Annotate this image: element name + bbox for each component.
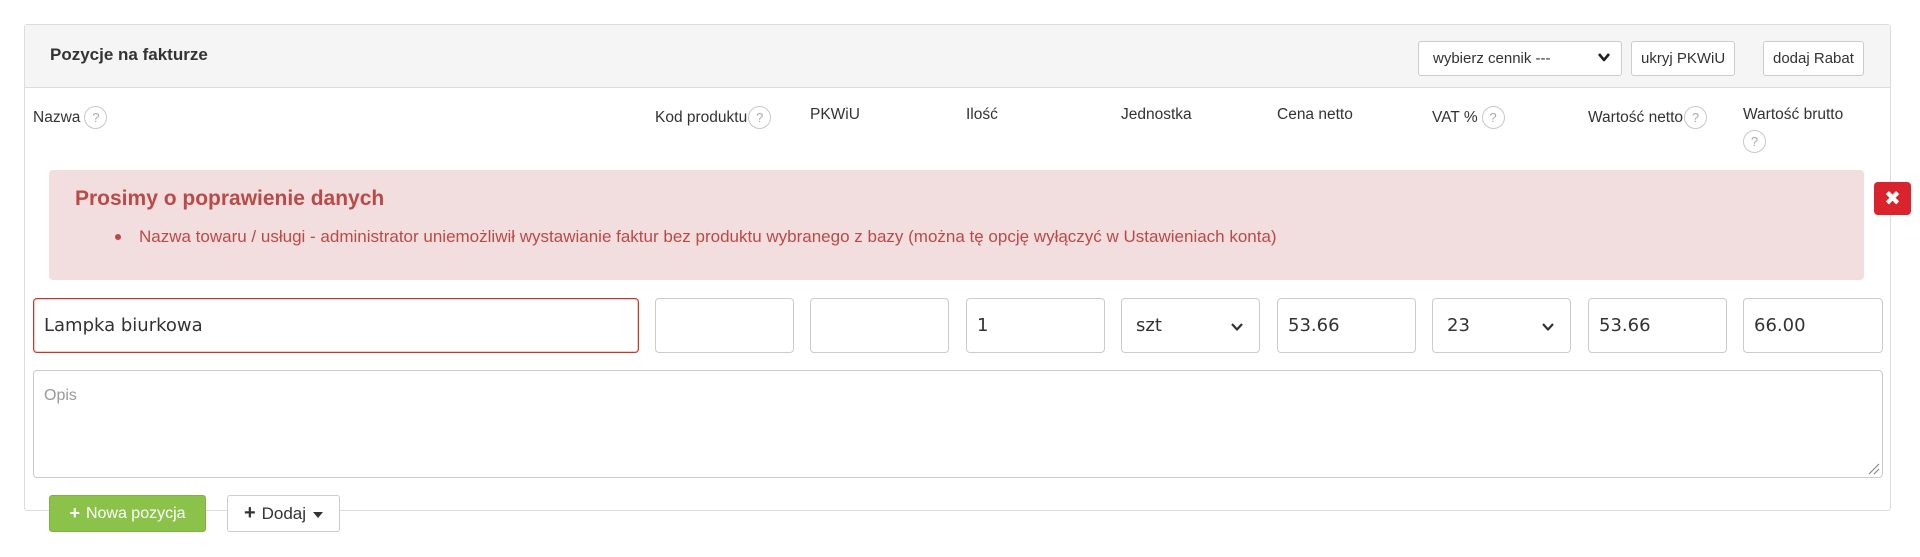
column-header-gross-value: Wartość brutto ? — [1743, 106, 1843, 153]
plus-icon: + — [69, 503, 80, 523]
column-header-label: Wartość brutto — [1743, 106, 1844, 123]
column-header-net-value: Wartość netto ? — [1588, 106, 1708, 129]
help-icon[interactable]: ? — [84, 106, 108, 129]
panel-title: Pozycje na fakturze — [50, 45, 208, 64]
help-icon[interactable]: ? — [748, 106, 772, 129]
help-icon[interactable]: ? — [1481, 106, 1505, 129]
column-header-unit: Jednostka — [1121, 106, 1192, 123]
column-header-name: Nazwa ? — [33, 106, 108, 129]
chevron-down-icon — [1542, 323, 1554, 331]
column-header-vat: VAT % ? — [1432, 106, 1505, 129]
gross-value-input[interactable]: 66.00 — [1743, 298, 1883, 353]
column-header-label: Wartość netto — [1588, 108, 1684, 126]
vat-select-value: 23 — [1447, 315, 1470, 336]
product-code-input[interactable] — [655, 298, 794, 353]
close-icon: ✖ — [1884, 188, 1901, 210]
column-header-product-code: Kod produktu ? — [655, 106, 772, 129]
resize-handle-icon[interactable] — [1866, 461, 1880, 475]
hide-pkwiu-button[interactable]: ukryj PKWiU — [1631, 41, 1736, 76]
help-icon[interactable]: ? — [1743, 130, 1766, 153]
chevron-down-icon — [1231, 323, 1243, 331]
alert-message-text: Nazwa towaru / usługi - administrator un… — [139, 227, 1277, 246]
alert-message-list: Nazwa towaru / usługi - administrator un… — [75, 227, 1277, 247]
new-item-button[interactable]: + Nowa pozycja — [49, 495, 206, 532]
column-header-label: Kod produktu — [655, 108, 748, 126]
price-list-select[interactable]: wybierz cennik --- — [1418, 41, 1622, 76]
bullet-icon — [115, 234, 121, 240]
remove-row-button[interactable]: ✖ — [1874, 182, 1911, 215]
column-header-label: VAT % — [1432, 108, 1478, 126]
unit-select-value: szt — [1136, 315, 1162, 336]
net-price-input[interactable]: 53.66 — [1277, 298, 1416, 353]
alert-message: Nazwa towaru / usługi - administrator un… — [75, 227, 1277, 247]
caret-down-icon — [313, 512, 324, 518]
unit-select[interactable]: szt — [1121, 298, 1260, 353]
price-list-select-value: wybierz cennik --- — [1433, 50, 1551, 67]
add-discount-button[interactable]: dodaj Rabat — [1763, 41, 1864, 76]
description-placeholder: Opis — [44, 387, 77, 404]
description-textarea[interactable]: Opis — [33, 370, 1883, 478]
chevron-down-icon — [1598, 53, 1610, 62]
add-dropdown-button[interactable]: + Dodaj — [227, 495, 340, 532]
new-item-label: Nowa pozycja — [85, 504, 186, 522]
add-label: Dodaj — [261, 503, 307, 523]
validation-alert: Prosimy o poprawienie danych Nazwa towar… — [49, 170, 1864, 280]
net-value-input[interactable]: 53.66 — [1588, 298, 1727, 353]
alert-title: Prosimy o poprawienie danych — [75, 187, 385, 210]
column-header-quantity: Ilość — [966, 106, 998, 123]
column-header-label: Nazwa — [33, 108, 81, 126]
quantity-input[interactable]: 1 — [966, 298, 1105, 353]
pkwiu-input[interactable] — [810, 298, 949, 353]
column-header-pkwiu: PKWiU — [810, 106, 860, 123]
product-name-input[interactable]: Lampka biurkowa — [33, 298, 639, 353]
vat-select[interactable]: 23 — [1432, 298, 1571, 353]
help-icon[interactable]: ? — [1684, 106, 1708, 129]
column-header-net-price: Cena netto — [1277, 106, 1353, 123]
plus-icon: + — [243, 502, 256, 524]
panel-header: Pozycje na fakturze wybierz cennik --- u… — [25, 25, 1890, 88]
